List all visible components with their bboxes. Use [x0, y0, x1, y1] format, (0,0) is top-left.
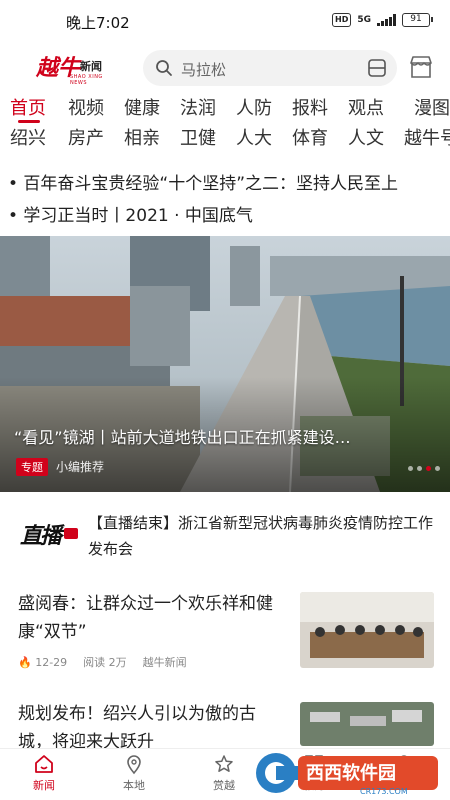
news-meta: 🔥 12-29 阅读 2万 越牛新闻: [18, 654, 187, 670]
tab-comics[interactable]: 漫图: [414, 94, 450, 120]
carousel-dots: [408, 466, 440, 471]
hero-banner[interactable]: “看见”镜湖丨站前大道地铁出口正在抓紧建设… 专题 小编推荐: [0, 236, 450, 492]
news-date: 12-29: [35, 655, 68, 669]
hero-source: 小编推荐: [56, 460, 105, 474]
tab-law[interactable]: 法润: [180, 94, 216, 120]
location-pin-icon: [127, 755, 141, 775]
tab-congress[interactable]: 人大: [236, 124, 272, 150]
watermark-logo: 西西软件园 CR173.COM: [256, 753, 438, 796]
news-title: 盛阅春：让群众过一个欢乐祥和健康“双节”: [18, 594, 273, 642]
shop-icon[interactable]: [408, 54, 434, 80]
app-logo: 越牛 新闻 SHAO XING NEWS: [36, 55, 103, 86]
channel-tabs: 首页 视频 健康 法润 人防 报料 观点 漫图 绍兴 房产 相亲 卫健 人大 体…: [0, 92, 450, 152]
carousel-dot: [435, 466, 440, 471]
news-thumbnail: [300, 592, 434, 668]
fire-icon: 🔥: [18, 655, 32, 669]
tab-yueniu-account[interactable]: 越牛号: [404, 124, 450, 150]
status-bar: 晚上7:02 HD 5G 91: [0, 0, 450, 40]
tab-opinion[interactable]: 观点: [348, 94, 384, 120]
news-source: 越牛新闻: [142, 656, 187, 669]
headline-item[interactable]: • 百年奋斗宝贵经验“十个坚持”之二：坚持人民至上: [8, 168, 448, 200]
channel-row-2: 绍兴 房产 相亲 卫健 人大 体育 人文 越牛号: [0, 122, 450, 152]
tab-property[interactable]: 房产: [68, 124, 104, 150]
status-time: 晚上7:02: [66, 14, 130, 32]
topic-badge: 专题: [16, 458, 48, 476]
tab-dating[interactable]: 相亲: [124, 124, 160, 150]
news-thumbnail: [300, 702, 434, 746]
tab-video[interactable]: 视频: [68, 94, 104, 120]
news-item[interactable]: 盛阅春：让群众过一个欢乐祥和健康“双节” 🔥 12-29 阅读 2万 越牛新闻: [0, 586, 450, 676]
tab-sports[interactable]: 体育: [292, 124, 328, 150]
headline-list: • 百年奋斗宝贵经验“十个坚持”之二：坚持人民至上 • 学习正当时丨2021 ·…: [8, 168, 448, 232]
scan-icon[interactable]: [367, 58, 387, 78]
svg-text:CR173.COM: CR173.COM: [360, 787, 408, 796]
tab-healthcare[interactable]: 卫健: [180, 124, 216, 150]
tab-culture[interactable]: 人文: [348, 124, 384, 150]
svg-text:西西软件园: 西西软件园: [306, 762, 396, 784]
hero-caption: “看见”镜湖丨站前大道地铁出口正在抓紧建设…: [14, 428, 351, 447]
news-item[interactable]: 规划发布！绍兴人引以为傲的古城，将迎来大跃升: [0, 690, 450, 752]
signal-icon: [377, 14, 396, 26]
carousel-dot: [417, 466, 422, 471]
home-icon: [35, 755, 53, 773]
tab-shaoxing[interactable]: 绍兴: [10, 124, 46, 150]
news-reads: 阅读 2万: [83, 656, 127, 669]
search-icon: [156, 60, 172, 76]
live-title: 【直播结束】浙江省新型冠状病毒肺炎疫情防控工作发布会: [88, 514, 434, 558]
channel-row-1: 首页 视频 健康 法润 人防 报料 观点 漫图: [0, 92, 450, 123]
carousel-dot-active: [426, 466, 431, 471]
network-type: 5G: [357, 15, 371, 25]
tab-home[interactable]: 首页: [10, 94, 46, 120]
headline-item[interactable]: • 学习正当时丨2021 · 中国底气: [8, 200, 448, 232]
status-indicators: HD 5G 91: [332, 13, 433, 27]
nav-news[interactable]: 新闻: [14, 753, 74, 793]
watermark: 西西软件园 CR173.COM: [250, 748, 446, 798]
app-header: 越牛 新闻 SHAO XING NEWS 马拉松: [0, 46, 450, 90]
nav-appreciate[interactable]: 赏越: [194, 753, 254, 793]
star-icon: [215, 755, 233, 772]
tab-civil-defense[interactable]: 人防: [236, 94, 272, 120]
live-broadcast-item[interactable]: 直播 【直播结束】浙江省新型冠状病毒肺炎疫情防控工作发布会: [0, 508, 450, 566]
hd-icon: HD: [332, 13, 352, 27]
nav-local[interactable]: 本地: [104, 753, 164, 793]
tab-health[interactable]: 健康: [124, 94, 160, 120]
carousel-dot: [408, 466, 413, 471]
live-badge: 直播: [20, 518, 78, 549]
hero-image: [0, 236, 450, 492]
tab-report[interactable]: 报料: [292, 94, 328, 120]
play-icon: [64, 528, 78, 539]
search-bar[interactable]: 马拉松: [143, 50, 397, 86]
battery-icon: 91: [402, 13, 433, 27]
search-placeholder: 马拉松: [181, 61, 227, 79]
